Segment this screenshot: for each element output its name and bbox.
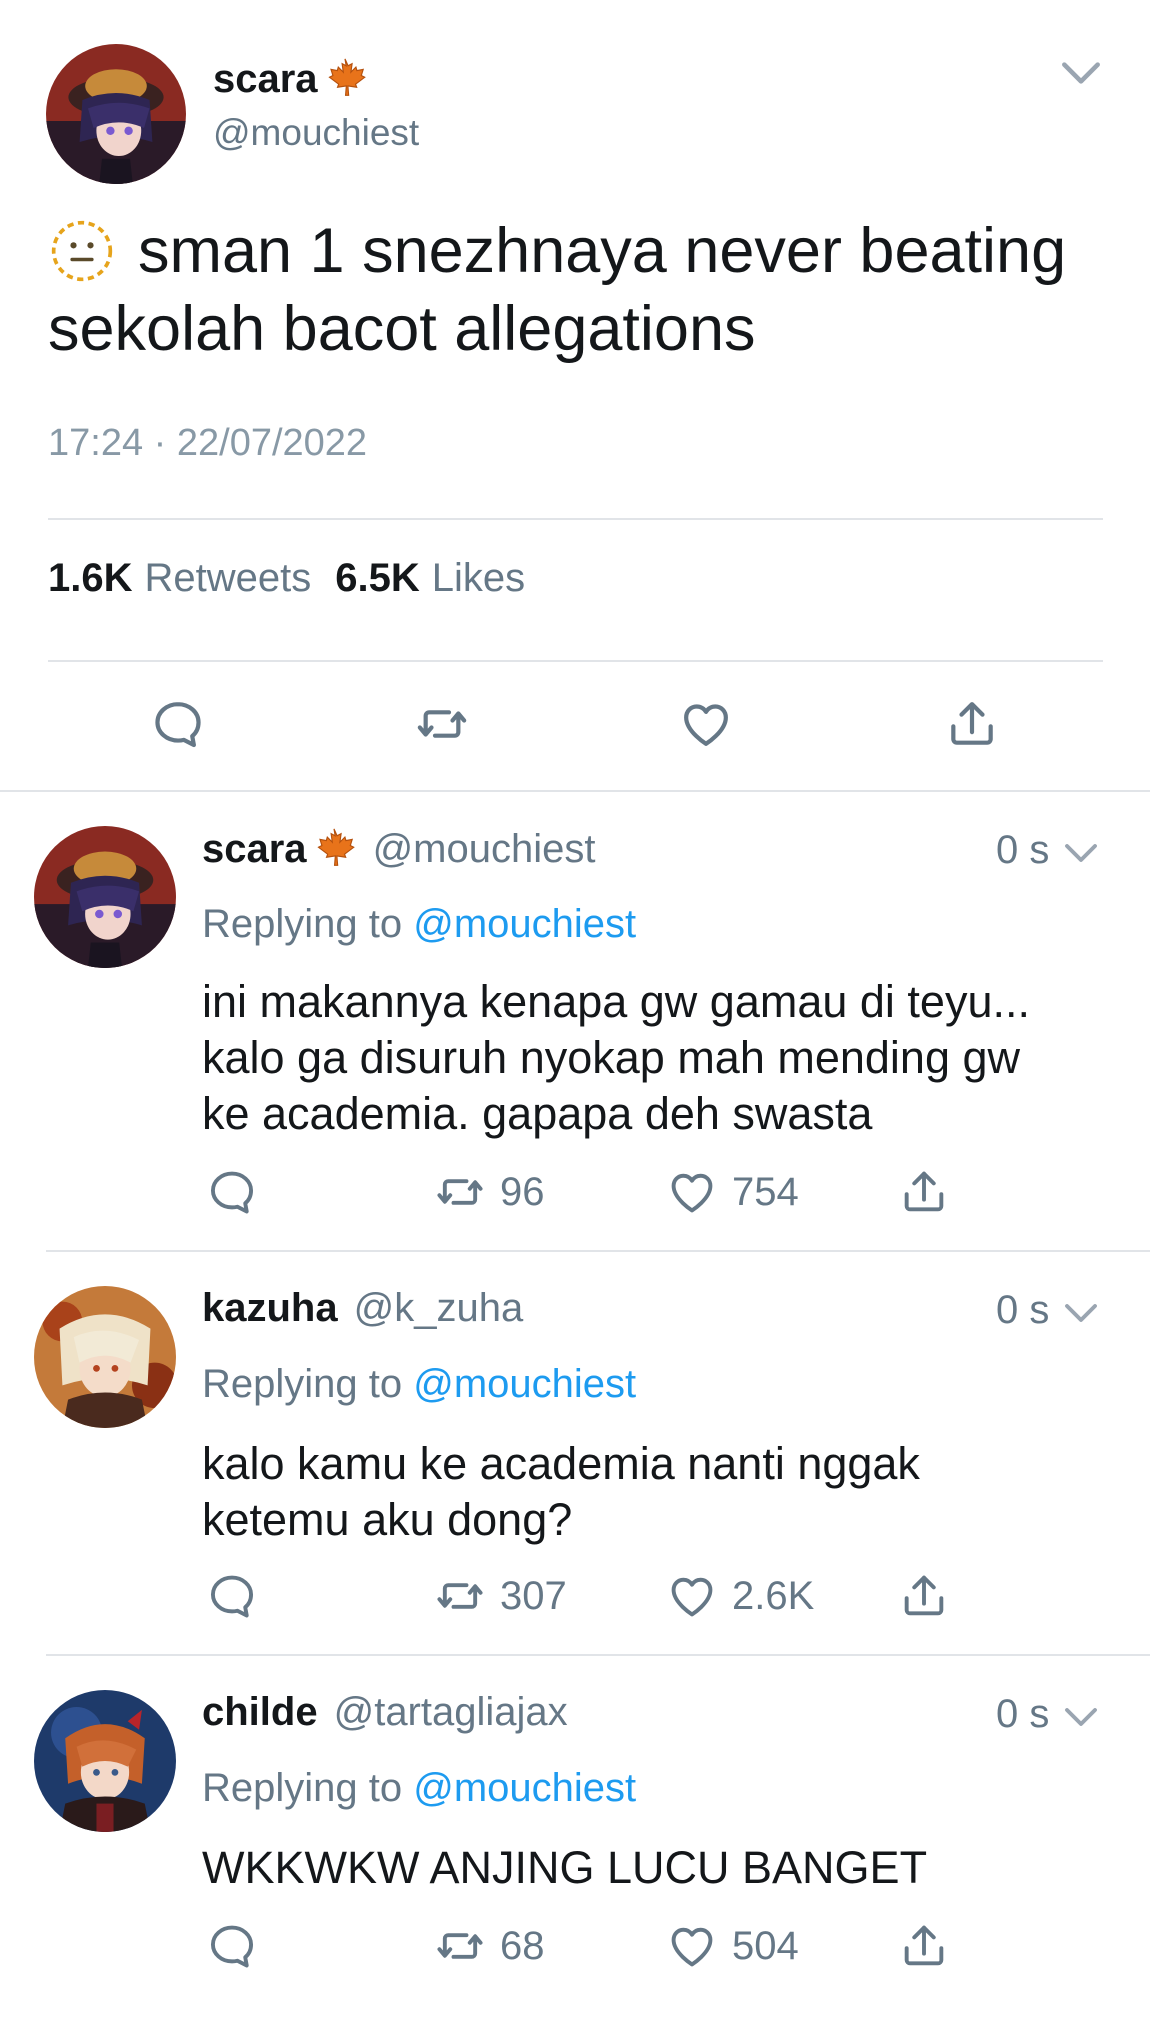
maple-leaf-icon (322, 56, 368, 102)
like-count: 2.6K (732, 1573, 815, 1618)
retweet-count: 307 (500, 1573, 567, 1618)
tweet-text-line1: sman 1 snezhnaya never beating (138, 216, 1067, 286)
avatar[interactable] (34, 1690, 176, 1832)
reply-author-handle[interactable]: @tartagliajax (334, 1690, 568, 1735)
replying-to: Replying to @mouchiest (202, 1766, 636, 1811)
reply-text: ini makannya kenapa gw gamau di teyu... … (202, 974, 1030, 1142)
reply-time: 0 s (996, 828, 1050, 872)
share-button[interactable] (898, 1166, 950, 1218)
share-icon (898, 1920, 950, 1972)
retweet-count: 96 (500, 1169, 545, 1214)
retweet-button[interactable]: 307 (434, 1570, 567, 1622)
chevron-down-icon[interactable] (1060, 832, 1102, 874)
reply-text-line: ketemu aku dong? (202, 1494, 573, 1545)
avatar[interactable] (34, 1286, 176, 1428)
reply-header: scara @mouchiest (202, 826, 595, 872)
like-icon (666, 1570, 718, 1622)
maple-leaf-icon (311, 826, 357, 872)
replying-to-label: Replying to (202, 1362, 403, 1406)
replying-to: Replying to @mouchiest (202, 902, 636, 947)
chevron-down-icon[interactable] (1060, 1292, 1102, 1334)
like-button[interactable]: 754 (666, 1166, 799, 1218)
reply-header: kazuha @k_zuha (202, 1286, 523, 1331)
share-icon (898, 1166, 950, 1218)
avatar[interactable] (46, 44, 186, 184)
reply-text-line: ke academia. gapapa deh swasta (202, 1088, 873, 1139)
reply-button[interactable] (206, 1920, 258, 1972)
likes-count: 6.5K (335, 556, 420, 600)
reply-icon (206, 1166, 258, 1218)
like-button[interactable]: 2.6K (666, 1570, 814, 1622)
reply-icon[interactable] (150, 696, 206, 752)
engagement-stats[interactable]: 1.6K Retweets 6.5K Likes (48, 556, 525, 601)
retweet-button[interactable]: 96 (434, 1166, 545, 1218)
share-icon[interactable] (944, 696, 1000, 752)
chevron-down-icon[interactable] (1056, 48, 1106, 98)
reply-time: 0 s (996, 1692, 1050, 1736)
reply-author-handle[interactable]: @k_zuha (354, 1286, 524, 1331)
reply-text-line: WKKWKW ANJING LUCU BANGET (202, 1842, 928, 1893)
author-handle[interactable]: @mouchiest (213, 112, 419, 154)
avatar[interactable] (34, 826, 176, 968)
retweet-icon (434, 1570, 486, 1622)
divider (46, 1250, 1150, 1252)
divider (48, 660, 1103, 662)
reply-text-line: ini makannya kenapa gw gamau di teyu... (202, 976, 1030, 1027)
reply-icon (206, 1920, 258, 1972)
neutral-face-emoji-icon (51, 220, 113, 282)
reply-text: kalo kamu ke academia nanti nggak ketemu… (202, 1436, 920, 1548)
retweets-label: Retweets (144, 556, 312, 600)
share-icon (898, 1570, 950, 1622)
retweet-icon (434, 1166, 486, 1218)
reply-header: childe @tartagliajax (202, 1690, 568, 1735)
like-icon[interactable] (678, 696, 734, 752)
retweet-count: 68 (500, 1923, 545, 1968)
author-name-row[interactable]: scara (213, 56, 368, 102)
replying-to-handle-link[interactable]: @mouchiest (413, 902, 636, 946)
like-icon (666, 1920, 718, 1972)
reply-button[interactable] (206, 1570, 258, 1622)
replying-to-handle-link[interactable]: @mouchiest (413, 1766, 636, 1810)
retweet-button[interactable]: 68 (434, 1920, 545, 1972)
reply-text: WKKWKW ANJING LUCU BANGET (202, 1840, 927, 1896)
reply-author-name[interactable]: childe (202, 1690, 318, 1735)
replying-to: Replying to @mouchiest (202, 1362, 636, 1407)
likes-label: Likes (431, 556, 526, 600)
retweet-icon[interactable] (414, 696, 470, 752)
replying-to-handle-link[interactable]: @mouchiest (413, 1362, 636, 1406)
share-button[interactable] (898, 1570, 950, 1622)
tweet-timestamp: 17:24 · 22/07/2022 (48, 422, 368, 464)
retweet-icon (434, 1920, 486, 1972)
tweet-text: sman 1 snezhnaya never beating sekolah b… (48, 212, 1066, 368)
like-count: 754 (732, 1169, 799, 1214)
like-count: 504 (732, 1923, 799, 1968)
like-icon (666, 1166, 718, 1218)
reply-author-name[interactable]: kazuha (202, 1286, 338, 1331)
author-name: scara (213, 56, 318, 101)
reply-time: 0 s (996, 1288, 1050, 1332)
share-button[interactable] (898, 1920, 950, 1972)
reply-author-handle[interactable]: @mouchiest (373, 827, 596, 872)
divider (48, 518, 1103, 520)
reply-author-name[interactable]: scara (202, 827, 307, 872)
chevron-down-icon[interactable] (1060, 1696, 1102, 1738)
divider (0, 790, 1150, 792)
retweets-count: 1.6K (48, 556, 133, 600)
replying-to-label: Replying to (202, 902, 403, 946)
reply-text-line: kalo kamu ke academia nanti nggak (202, 1438, 920, 1489)
reply-button[interactable] (206, 1166, 258, 1218)
tweet-text-line2: sekolah bacot allegations (48, 294, 756, 364)
reply-text-line: kalo ga disuruh nyokap mah mending gw (202, 1032, 1020, 1083)
reply-icon (206, 1570, 258, 1622)
replying-to-label: Replying to (202, 1766, 403, 1810)
like-button[interactable]: 504 (666, 1920, 799, 1972)
divider (46, 1654, 1150, 1656)
